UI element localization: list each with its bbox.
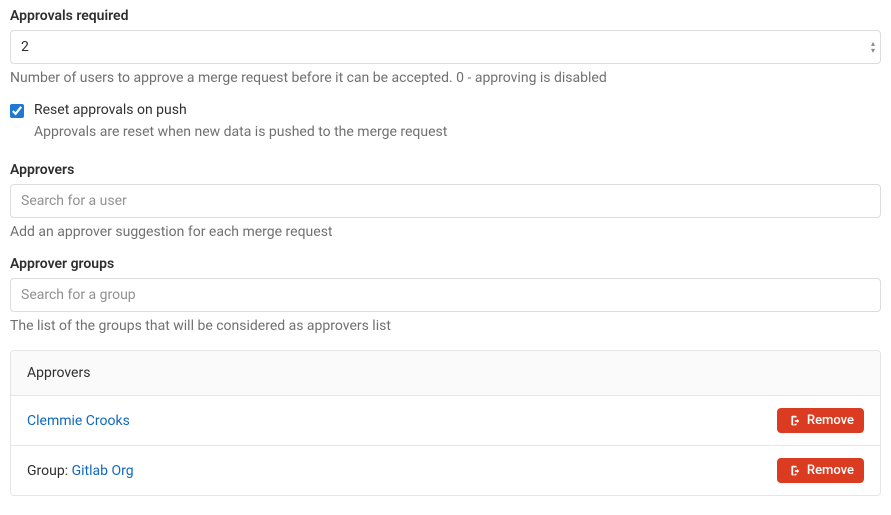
approver-groups-search-input[interactable] (10, 278, 881, 312)
remove-button[interactable]: Remove (777, 458, 864, 483)
approvers-label: Approvers (10, 162, 881, 178)
approvers-table: Approvers Clemmie Crooks Remove Group: G… (10, 350, 881, 496)
approver-groups-help: The list of the groups that will be cons… (10, 318, 881, 334)
approvers-search-input[interactable] (10, 184, 881, 218)
table-row: Group: Gitlab Org Remove (11, 446, 880, 495)
reset-approvals-label[interactable]: Reset approvals on push (34, 102, 187, 118)
approver-groups-label: Approver groups (10, 256, 881, 272)
approver-user-link[interactable]: Clemmie Crooks (27, 413, 130, 429)
approvals-required-help: Number of users to approve a merge reque… (10, 70, 881, 86)
remove-button-label: Remove (807, 463, 854, 478)
reset-approvals-checkbox[interactable] (10, 104, 24, 118)
remove-button-label: Remove (807, 413, 854, 428)
sign-out-icon (787, 464, 801, 478)
approvers-table-header: Approvers (11, 351, 880, 396)
reset-approvals-help: Approvals are reset when new data is pus… (34, 124, 881, 140)
table-row: Clemmie Crooks Remove (11, 396, 880, 446)
approvals-required-input[interactable] (10, 30, 881, 64)
sign-out-icon (787, 414, 801, 428)
approver-group-link[interactable]: Gitlab Org (72, 463, 134, 479)
approvals-required-label: Approvals required (10, 8, 881, 24)
group-prefix: Group: (27, 463, 72, 479)
remove-button[interactable]: Remove (777, 408, 864, 433)
approvers-help: Add an approver suggestion for each merg… (10, 224, 881, 240)
